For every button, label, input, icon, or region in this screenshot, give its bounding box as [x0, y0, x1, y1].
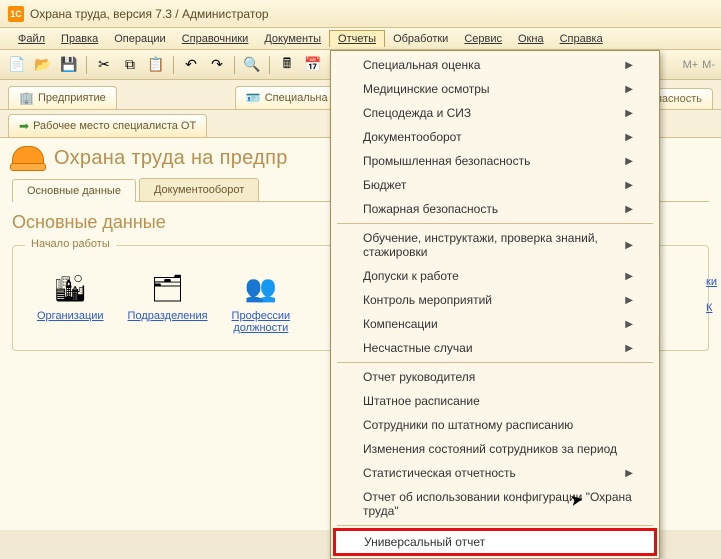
tool-cut-icon[interactable]: ✂	[93, 54, 115, 76]
menu-windows[interactable]: Окна	[510, 31, 552, 47]
toolbar-separator	[269, 56, 270, 74]
inner-tab-main[interactable]: Основные данные	[12, 179, 136, 202]
building-icon: 🏢	[19, 91, 34, 105]
menu-documents[interactable]: Документы	[256, 31, 329, 47]
dd-docflow[interactable]: Документооборот▶	[333, 125, 657, 149]
dd-universal-report[interactable]: Универсальный отчет	[333, 528, 657, 556]
item-professions[interactable]: 👥 Профессии должности	[232, 270, 291, 334]
submenu-arrow-icon: ▶	[625, 468, 633, 479]
menu-processing[interactable]: Обработки	[385, 31, 456, 47]
dd-special-assessment[interactable]: Специальная оценка▶	[333, 53, 657, 77]
menu-operations[interactable]: Операции	[106, 31, 173, 47]
submenu-arrow-icon: ▶	[625, 204, 633, 215]
dd-separator	[337, 525, 653, 526]
tab-label: Специальна	[265, 92, 328, 104]
tool-paste-icon[interactable]: 📋	[145, 54, 167, 76]
dd-ppe[interactable]: Спецодежда и СИЗ▶	[333, 101, 657, 125]
tab-enterprise[interactable]: 🏢 Предприятие	[8, 86, 117, 109]
toolbar-separator	[234, 56, 235, 74]
right-edge-links: ки К	[706, 276, 717, 314]
menu-reports[interactable]: Отчеты	[329, 30, 385, 47]
dd-medical[interactable]: Медицинские осмотры▶	[333, 77, 657, 101]
item-link[interactable]: Организации	[37, 310, 104, 322]
dd-separator	[337, 223, 653, 224]
tab-workplace[interactable]: ➡ Рабочее место специалиста ОТ	[8, 114, 207, 137]
menu-service[interactable]: Сервис	[456, 31, 510, 47]
submenu-arrow-icon: ▶	[625, 271, 633, 282]
submenu-arrow-icon: ▶	[625, 84, 633, 95]
group-label: Начало работы	[25, 238, 116, 250]
toolbar-separator	[86, 56, 87, 74]
page-title: Охрана труда на предпр	[54, 147, 288, 170]
people-icon: 👥	[243, 270, 279, 306]
dd-employees-staffing[interactable]: Сотрудники по штатному расписанию	[333, 413, 657, 437]
submenu-arrow-icon: ▶	[625, 156, 633, 167]
window-title: Охрана труда, версия 7.3 / Администратор	[30, 7, 269, 21]
toolbar-separator	[173, 56, 174, 74]
tab-special[interactable]: 🪪 Специальна	[235, 86, 339, 109]
menu-file[interactable]: Файл	[10, 31, 53, 47]
inner-tab-doc[interactable]: Документооборот	[139, 178, 259, 201]
dd-fire-safety[interactable]: Пожарная безопасность▶	[333, 197, 657, 221]
item-organizations[interactable]: 🏙 Организации	[37, 270, 104, 322]
dd-work-permits[interactable]: Допуски к работе▶	[333, 264, 657, 288]
menu-references[interactable]: Справочники	[174, 31, 257, 47]
tab-label: Рабочее место специалиста ОТ	[33, 120, 196, 132]
dd-separator	[337, 362, 653, 363]
dd-manager-report[interactable]: Отчет руководителя	[333, 365, 657, 389]
tool-m-minus[interactable]: M-	[702, 54, 715, 76]
buildings-icon: 🏙	[52, 270, 88, 306]
reports-dropdown: Специальная оценка▶ Медицинские осмотры▶…	[330, 50, 660, 559]
app-icon: 1С	[8, 6, 24, 22]
tab-label: пасность	[656, 93, 702, 105]
tool-open-icon[interactable]: 📂	[32, 54, 54, 76]
dd-accidents[interactable]: Несчастные случаи▶	[333, 336, 657, 360]
partial-link[interactable]: ки	[706, 276, 717, 288]
badge-icon: 🪪	[246, 91, 261, 105]
submenu-arrow-icon: ▶	[625, 60, 633, 71]
tool-calc-icon[interactable]: 🖩	[276, 54, 298, 76]
menubar: Файл Правка Операции Справочники Докумен…	[0, 28, 721, 50]
submenu-arrow-icon: ▶	[625, 108, 633, 119]
partial-link[interactable]: К	[706, 302, 717, 314]
item-link[interactable]: Профессии должности	[232, 310, 291, 334]
org-chart-icon: 🗂	[150, 270, 186, 306]
submenu-arrow-icon: ▶	[625, 343, 633, 354]
tool-m-plus[interactable]: M+	[683, 54, 699, 76]
dd-industrial-safety[interactable]: Промышленная безопасность▶	[333, 149, 657, 173]
submenu-arrow-icon: ▶	[625, 132, 633, 143]
tool-calendar-icon[interactable]: 📅	[302, 54, 324, 76]
tool-copy-icon[interactable]: ⧉	[119, 54, 141, 76]
menu-help[interactable]: Справка	[552, 31, 611, 47]
dd-compensation[interactable]: Компенсации▶	[333, 312, 657, 336]
dd-config-usage[interactable]: Отчет об использовании конфигурации "Охр…	[333, 485, 657, 523]
tool-save-icon[interactable]: 💾	[58, 54, 80, 76]
submenu-arrow-icon: ▶	[625, 295, 633, 306]
arrow-icon: ➡	[19, 119, 29, 133]
item-link[interactable]: Подразделения	[128, 310, 208, 322]
tool-new-icon[interactable]: 📄	[6, 54, 28, 76]
dd-budget[interactable]: Бюджет▶	[333, 173, 657, 197]
submenu-arrow-icon: ▶	[625, 319, 633, 330]
titlebar: 1С Охрана труда, версия 7.3 / Администра…	[0, 0, 721, 28]
dd-training[interactable]: Обучение, инструктажи, проверка знаний, …	[333, 226, 657, 264]
dd-staffing[interactable]: Штатное расписание	[333, 389, 657, 413]
submenu-arrow-icon: ▶	[625, 240, 633, 251]
item-departments[interactable]: 🗂 Подразделения	[128, 270, 208, 322]
dd-state-changes[interactable]: Изменения состояний сотрудников за перио…	[333, 437, 657, 461]
tab-label: Предприятие	[38, 92, 106, 104]
tool-redo-icon[interactable]: ↷	[206, 54, 228, 76]
dd-statistics[interactable]: Статистическая отчетность▶	[333, 461, 657, 485]
dd-control[interactable]: Контроль мероприятий▶	[333, 288, 657, 312]
tool-search-icon[interactable]: 🔍	[241, 54, 263, 76]
menu-edit[interactable]: Правка	[53, 31, 106, 47]
submenu-arrow-icon: ▶	[625, 180, 633, 191]
tool-undo-icon[interactable]: ↶	[180, 54, 202, 76]
helmet-icon	[12, 146, 44, 170]
